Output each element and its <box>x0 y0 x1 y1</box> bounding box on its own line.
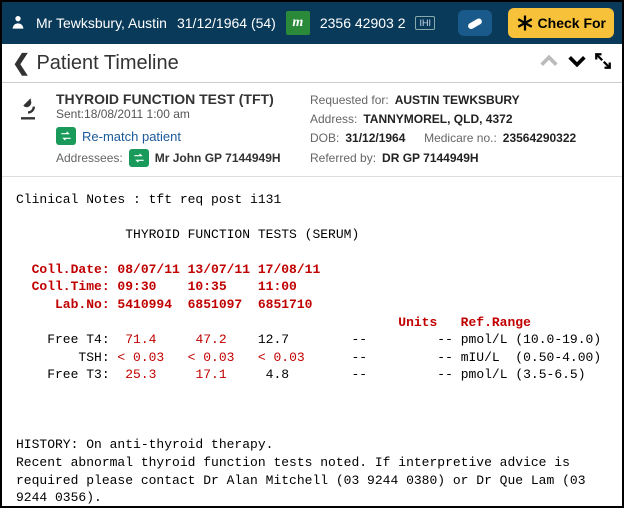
addressee-swap-icon <box>129 149 149 167</box>
back-button[interactable]: ❮ <box>12 50 30 76</box>
ft4-v2: 47.2 <box>195 332 226 347</box>
next-record-button[interactable] <box>566 53 588 74</box>
ft3-v1: 25.3 <box>125 367 156 382</box>
ft3-rest: 4.8 -- -- pmol/L (3.5-6.5) <box>227 367 586 382</box>
units-header: Units Ref.Range <box>16 315 531 330</box>
ft4-v1: 71.4 <box>125 332 156 347</box>
medication-button[interactable] <box>458 10 492 36</box>
medicare-number: 2356 42903 2 <box>320 15 406 31</box>
record-right: Requested for: AUSTIN TEWKSBURY Address:… <box>310 91 610 168</box>
history-text: HISTORY: On anti-thyroid therapy. Recent… <box>16 437 586 505</box>
tsh-label: TSH: <box>16 350 117 365</box>
tsh-v1: < 0.03 <box>117 350 164 365</box>
report-body: Clinical Notes : tft req post i131 THYRO… <box>2 177 622 521</box>
medicare-value: 23564290322 <box>503 129 576 148</box>
prev-record-button[interactable] <box>538 53 560 74</box>
rematch-link[interactable]: Re-match patient <box>82 129 181 144</box>
medicare-label: Medicare no.: <box>424 129 497 148</box>
clinical-notes: Clinical Notes : tft req post i131 <box>16 192 281 207</box>
record-header: THYROID FUNCTION TEST (TFT) Sent:18/08/2… <box>2 83 622 177</box>
person-icon <box>10 12 26 35</box>
expand-button[interactable] <box>594 52 612 75</box>
record-title: THYROID FUNCTION TEST (TFT) <box>56 91 300 107</box>
page-title: Patient Timeline <box>36 52 532 75</box>
report-title: THYROID FUNCTION TESTS (SERUM) <box>125 227 359 242</box>
asterisk-icon <box>516 14 534 32</box>
ft3-v2: 17.1 <box>195 367 226 382</box>
address-label: Address: <box>310 110 357 129</box>
referred-by-label: Referred by: <box>310 149 376 168</box>
ihi-badge: IHI <box>415 16 435 30</box>
address-value: TANNYMOREL, QLD, 4372 <box>363 110 512 129</box>
tsh-v3: < 0.03 <box>258 350 305 365</box>
lab-result-icon <box>14 91 46 168</box>
ft4-label: Free T4: <box>16 332 125 347</box>
dob-value: 31/12/1964 <box>345 129 405 148</box>
check-for-label: Check For <box>538 15 606 31</box>
requested-for-label: Requested for: <box>310 91 389 110</box>
patient-top-bar: Mr Tewksbury, Austin 31/12/1964 (54) m 2… <box>2 2 622 44</box>
coll-time-row: Coll.Time: 09:30 10:35 11:00 <box>16 279 297 294</box>
referred-by-value: DR GP 7144949H <box>382 149 479 168</box>
lab-no-row: Lab.No: 5410994 6851097 6851710 <box>16 297 312 312</box>
patient-dob: 31/12/1964 (54) <box>177 15 276 31</box>
tsh-v2: < 0.03 <box>188 350 235 365</box>
coll-date-row: Coll.Date: 08/07/11 13/07/11 17/08/11 <box>16 262 320 277</box>
record-sent: Sent:18/08/2011 1:00 am <box>56 107 300 121</box>
ft4-rest: 12.7 -- -- pmol/L (10.0-19.0) <box>227 332 601 347</box>
record-left: THYROID FUNCTION TEST (TFT) Sent:18/08/2… <box>56 91 300 168</box>
check-for-button[interactable]: Check For <box>508 8 614 38</box>
ft3-label: Free T3: <box>16 367 125 382</box>
patient-name[interactable]: Mr Tewksbury, Austin <box>36 15 167 31</box>
addressee-name[interactable]: Mr John GP 7144949H <box>155 151 281 165</box>
tsh-rest: -- -- mIU/L (0.50-4.00) <box>305 350 601 365</box>
requested-for-value: AUSTIN TEWKSBURY <box>395 91 520 110</box>
dob-label: DOB: <box>310 129 339 148</box>
medicare-badge-icon: m <box>286 11 310 35</box>
subheader: ❮ Patient Timeline <box>2 44 622 83</box>
addressees-label: Addressees: <box>56 151 123 165</box>
rematch-icon <box>56 127 76 145</box>
